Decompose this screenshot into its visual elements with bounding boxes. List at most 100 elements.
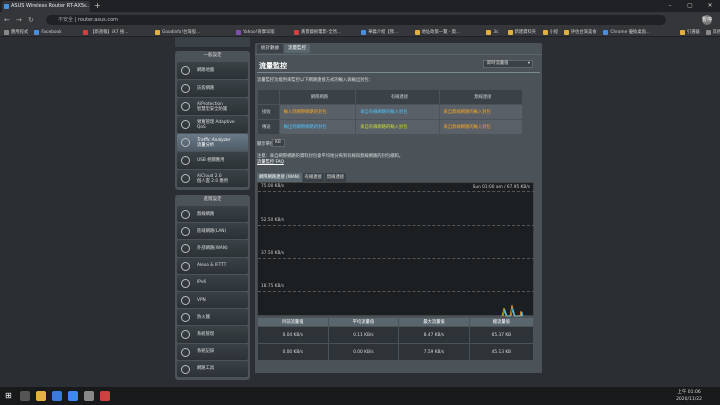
reload-icon[interactable]: ↻ <box>28 15 34 25</box>
app-icon[interactable] <box>84 391 94 401</box>
advanced-settings-title: 進階設定 <box>203 197 222 202</box>
stats-cell: 0.00 KB/s <box>257 343 329 361</box>
cloud-icon <box>181 174 190 183</box>
sidebar-item-label: 防火牆 <box>197 314 210 320</box>
lan-icon <box>181 227 190 237</box>
stats-cell: 65.37 KB <box>468 326 535 344</box>
stats-cell: 0.00 KB/s <box>327 343 400 361</box>
graph-tab-wired[interactable]: 有線連接 <box>302 173 324 182</box>
sidebar-item-label: 訪客網路 <box>197 86 215 91</box>
forward-icon[interactable]: → <box>16 15 22 25</box>
bookmark-item[interactable]: 華義介紹【我... <box>361 28 398 36</box>
minimize-icon[interactable]: – <box>660 0 680 12</box>
firewall-icon <box>181 313 190 323</box>
sidebar-item-lan[interactable]: 區域網路(LAN) <box>177 223 248 240</box>
sidebar-item-network-map[interactable]: 網路地圖 <box>177 62 248 79</box>
sidebar-item-admin[interactable]: 系統管理 <box>177 326 248 343</box>
traffic-icon <box>181 138 190 147</box>
table-cell: 輸出到網際網路的封包 <box>278 119 357 135</box>
tab-traffic-monitor[interactable]: 流量監控 <box>284 44 310 53</box>
table-cell: 來自有線網路的輸入封包 <box>355 104 440 120</box>
bookmark-item[interactable]: 引選器 <box>679 28 700 36</box>
profile-avatar[interactable]: 暫停 <box>702 15 712 25</box>
sidebar-item-alexa[interactable]: Alexa & IFTTT <box>177 257 248 274</box>
close-tab-icon[interactable]: × <box>83 1 87 12</box>
sidebar-item-wan[interactable]: 外部網路(WAN) <box>177 240 248 257</box>
bookmark-item[interactable]: Goodinfo!台灣股... <box>155 28 200 36</box>
bookmark-item[interactable]: 【新週報】iX7 搜... <box>83 28 128 36</box>
sidebar-item-traffic[interactable]: Traffic Analyzer 流量分析 <box>177 134 248 151</box>
table-header: 無線連接 <box>438 89 524 105</box>
sidebar-item-ipv6[interactable]: IPv6 <box>177 274 248 291</box>
maximize-icon[interactable]: ▢ <box>680 0 700 12</box>
file-explorer-icon[interactable] <box>36 391 46 401</box>
bookmark-item[interactable]: Chrome 優換桌面... <box>603 28 650 36</box>
bookmark-item[interactable]: 黃景藝術電影-全然... <box>294 28 341 36</box>
sidebar-item-guest-network[interactable]: 訪客網路 <box>177 80 248 97</box>
table-row: 0.04 KB/s 0.11 KB/s 8.47 KB/s 65.37 KB <box>257 326 535 344</box>
stats-cell: 0.04 KB/s <box>257 326 329 344</box>
sidebar-item-sublabel: 個人雲 2.0 應用 <box>197 178 229 184</box>
stats-header: 總流量值 <box>468 317 535 327</box>
tools-icon <box>181 364 190 374</box>
sidebar-item-firewall[interactable]: 防火牆 <box>177 309 248 326</box>
sidebar-item-wireless[interactable]: 無線網路 <box>177 206 248 223</box>
edge-icon[interactable] <box>52 391 62 401</box>
bookmark-item[interactable]: 地址政策一覽 - 奧... <box>414 28 460 36</box>
new-tab-button[interactable]: + <box>94 1 101 11</box>
stats-cell: 45.13 KB <box>468 343 535 361</box>
sidebar-item-label: 區域網路(LAN) <box>197 228 227 234</box>
bookmark-item[interactable]: 評估台灣美食 <box>563 28 597 36</box>
table-cell: 來自無線網路的輸入封包 <box>438 104 524 120</box>
traffic-monitor-panel: 流量監控 即時流量值 流量監控功能用來監控以下網路連接方式的輸入與輸出封包： 網… <box>255 54 542 373</box>
usb-icon <box>181 156 190 165</box>
ipv6-icon <box>181 278 190 288</box>
close-window-icon[interactable]: ✕ <box>700 0 720 12</box>
sidebar: 一般設定 網路地圖 訪客網路 AiProtection 智慧型安全防護 頻寬管理 Ada… <box>175 37 250 387</box>
sidebar-item-vpn[interactable]: VPN <box>177 291 248 309</box>
bookmark-item[interactable]: 新建資料夾 <box>507 28 536 36</box>
bookmark-item[interactable]: 其他書籤 <box>705 28 720 36</box>
address-bar-row: ← → ↻ 不安全 | router.asus.com 暫停 <box>0 12 720 28</box>
url-bar[interactable]: 不安全 | router.asus.com <box>46 15 666 25</box>
bookmark-item[interactable]: 3c <box>486 28 499 36</box>
table-cell: 輸入到網際網路的封包 <box>278 104 357 120</box>
graph-tab-wireless[interactable]: 無線連接 <box>324 173 347 182</box>
table-cell: 來自無線網路的輸入封包 <box>438 119 524 135</box>
windows-start-icon[interactable]: ⊞ <box>5 392 13 400</box>
sidebar-item-log[interactable]: 系統記錄 <box>177 343 248 360</box>
browser-tab[interactable]: ASUS Wireless Router RT-AX5... × <box>2 1 90 12</box>
network-map-icon <box>181 66 190 75</box>
row-label: 接收 <box>257 104 280 120</box>
sidebar-item-label: 外部網路(WAN) <box>197 245 228 251</box>
bookmark-item[interactable]: Facebook <box>34 28 62 36</box>
table-row: 接收 輸入到網際網路的封包 來自有線網路的輸入封包 來自無線網路的輸入封包 <box>257 104 524 120</box>
sidebar-item-usb[interactable]: USB 相關應用 <box>177 152 248 169</box>
windows-taskbar: ⊞ 上午 01:06 2020/11/22 <box>0 387 720 405</box>
tab-statistics[interactable]: 統計數據 <box>257 44 283 53</box>
system-clock[interactable]: 上午 01:06 2020/11/22 <box>676 389 702 403</box>
sidebar-item-shield[interactable]: AiProtection 智慧型安全防護 <box>177 98 248 115</box>
sidebar-item-label: 系統記錄 <box>197 349 215 355</box>
faq-link[interactable]: 流量監控 FAQ <box>257 159 284 165</box>
sidebar-item-qos[interactable]: 頻寬管理 Adaptive QoS <box>177 116 248 133</box>
sidebar-item-tools[interactable]: 網路工具 <box>177 360 248 377</box>
bookmark-item[interactable]: Yahoo!奇摩早版 <box>236 28 275 36</box>
sidebar-item-cloud[interactable]: AiCloud 2.0 個人雲 2.0 應用 <box>177 170 248 187</box>
unit-select[interactable]: KB <box>272 139 285 147</box>
sidebar-item-label: USB 相關應用 <box>197 158 225 163</box>
sidebar-item-label: 無線網路 <box>197 211 215 217</box>
mode-select[interactable]: 即時流量值 <box>483 60 533 68</box>
search-icon[interactable] <box>20 391 30 401</box>
shield-icon <box>181 102 190 111</box>
graph-tab-wan[interactable]: 網際網路連接 (WAN) <box>257 173 302 182</box>
app-icon[interactable] <box>100 391 110 401</box>
bookmark-item[interactable]: 小程 <box>542 28 558 36</box>
sidebar-top-block <box>175 37 250 47</box>
bookmarks-bar: 應用程式 Facebook 【新週報】iX7 搜... Goodinfo!台灣股...… <box>0 28 720 37</box>
back-icon[interactable]: ← <box>4 15 10 25</box>
bookmark-item[interactable]: 應用程式 <box>4 28 28 36</box>
chrome-icon[interactable] <box>68 391 78 401</box>
sidebar-item-label: 網路地圖 <box>197 68 215 73</box>
clock-date: 2020/11/22 <box>676 397 702 402</box>
